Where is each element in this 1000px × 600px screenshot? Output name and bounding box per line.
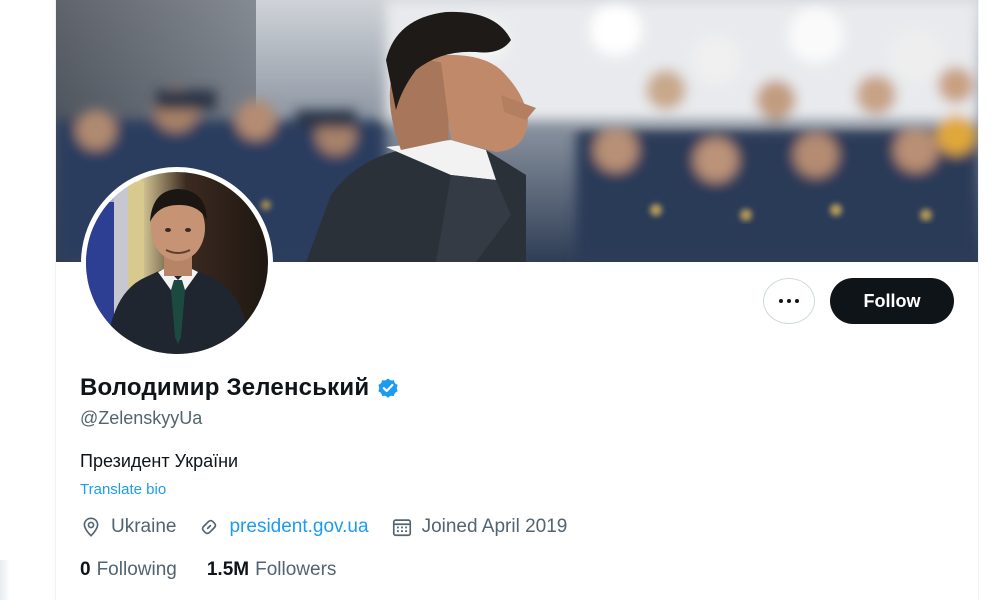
location-item: Ukraine [80, 516, 176, 538]
more-horizontal-icon [779, 299, 799, 303]
followers-link[interactable]: 1.5M Followers [207, 559, 337, 581]
translate-bio-link[interactable]: Translate bio [80, 481, 166, 498]
more-options-button[interactable] [763, 278, 815, 324]
website-item: president.gov.ua [198, 516, 369, 538]
followers-label: Followers [255, 559, 337, 580]
profile-avatar[interactable] [81, 167, 273, 359]
followers-count: 1.5M [206, 559, 250, 580]
joined-item: Joined April 2019 [391, 516, 568, 538]
location-pin-icon [83, 517, 99, 537]
profile-page: Follow Володимир Зеленський @ZelenskyyUa… [0, 0, 1000, 600]
calendar-icon [392, 519, 411, 537]
user-handle: @ZelenskyyUa [80, 408, 203, 428]
website-link[interactable]: president.gov.ua [229, 516, 368, 538]
follow-button[interactable]: Follow [830, 278, 954, 324]
verified-badge-icon[interactable] [376, 376, 400, 400]
profile-panel: Follow Володимир Зеленський @ZelenskyyUa… [55, 0, 979, 600]
following-count: 0 [80, 559, 91, 580]
link-icon [202, 519, 217, 535]
profile-bio: Президент України [80, 451, 239, 471]
display-name: Володимир Зеленський [80, 374, 370, 401]
follow-stats-row: 0 Following 1.5M Followers [80, 559, 366, 581]
joined-date: Joined April 2019 [421, 516, 568, 537]
profile-meta-row: Ukraine president.gov.ua Joined April 20… [80, 516, 589, 538]
page-edge [0, 560, 10, 600]
following-link[interactable]: 0 Following [80, 559, 177, 581]
name-row: Володимир Зеленський [80, 374, 400, 402]
location-text: Ukraine [111, 516, 177, 537]
following-label: Following [96, 559, 177, 580]
